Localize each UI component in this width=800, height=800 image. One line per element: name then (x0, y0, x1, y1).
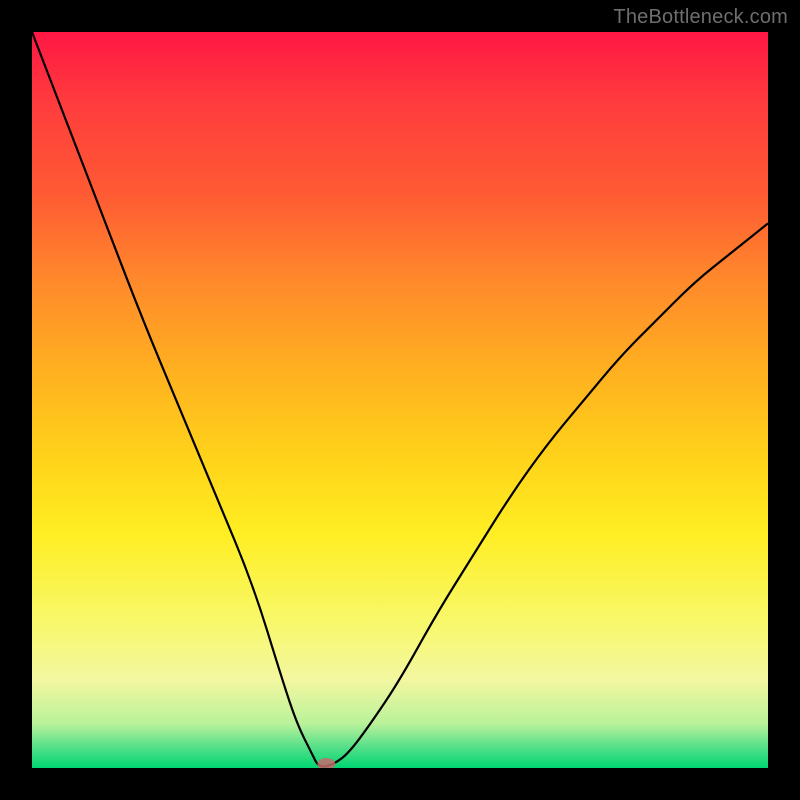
optimal-point-marker (317, 758, 335, 768)
chart-frame: TheBottleneck.com (0, 0, 800, 800)
bottleneck-curve (32, 32, 768, 767)
plot-area (32, 32, 768, 768)
watermark-text: TheBottleneck.com (613, 6, 788, 29)
curve-svg (32, 32, 768, 768)
